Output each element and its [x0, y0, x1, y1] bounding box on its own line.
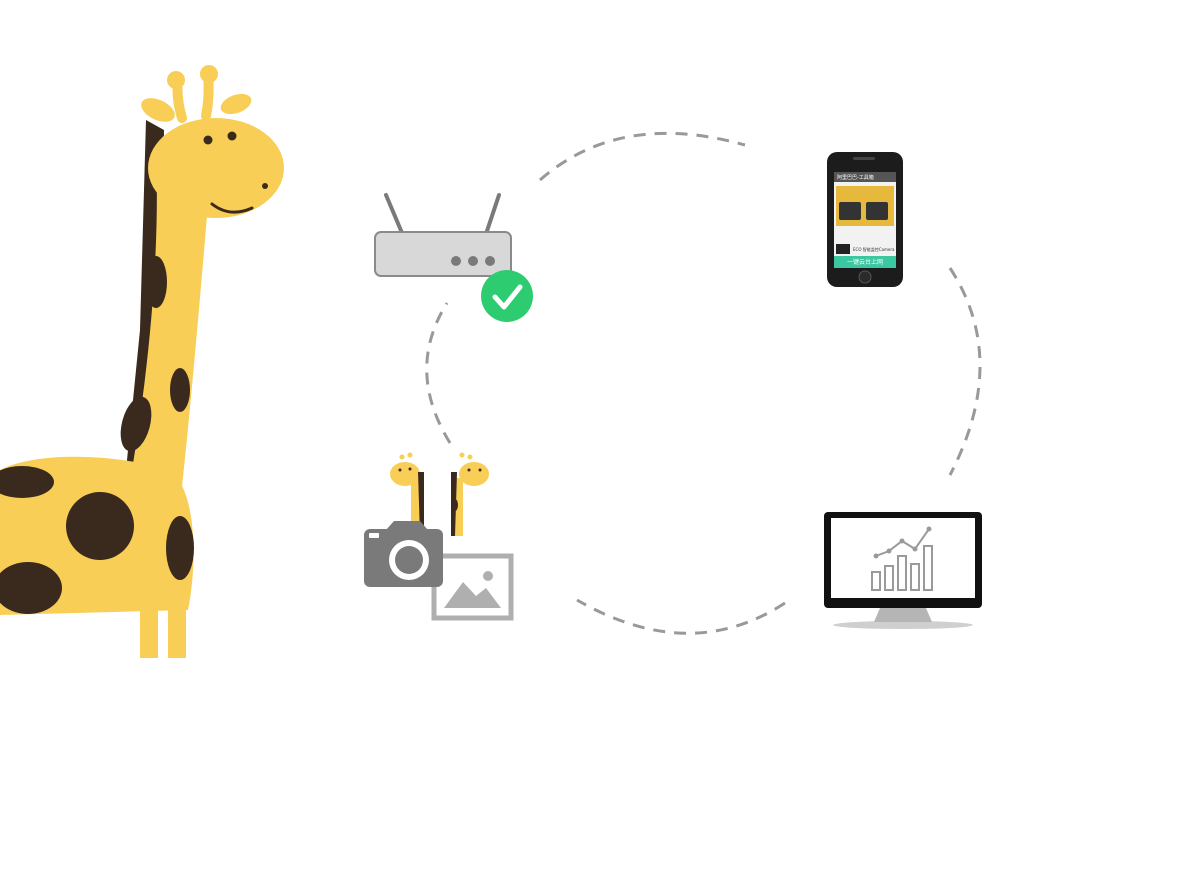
connector-phone-monitor [948, 267, 982, 476]
diagram-canvas: 阿里巴巴-工具箱 ECO 智能监控Camera 一键云台上网 [0, 0, 1195, 879]
connector-monitor-camera [576, 598, 786, 635]
connector-camera-router [425, 302, 452, 444]
connector-router-phone [539, 131, 746, 182]
connector-lines [425, 131, 982, 635]
